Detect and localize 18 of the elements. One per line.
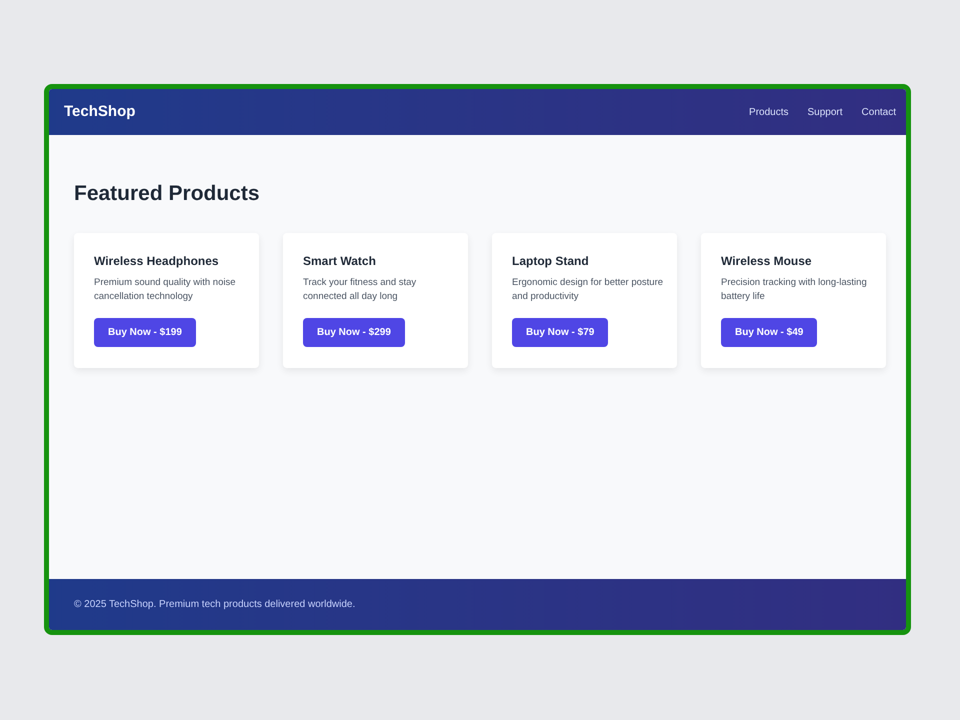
buy-now-button[interactable]: Buy Now - $49 [721,318,818,347]
section-heading: Featured Products [74,183,261,204]
product-name: Wireless Mouse [721,253,813,269]
product-description: Ergonomic design for better posture and productivity [512,276,664,304]
product-description: Premium sound quality with noise cancellation technology [94,276,237,304]
site-logo[interactable]: TechShop [64,100,136,124]
buy-now-button[interactable]: Buy Now - $299 [303,318,405,347]
product-name: Smart Watch [303,253,377,269]
buy-now-button[interactable]: Buy Now - $199 [94,318,196,347]
product-name: Wireless Headphones [94,253,220,269]
nav-link[interactable]: Contact [862,104,896,120]
copyright-text: © 2025 TechShop. Premium tech products delivered worldwide. [74,598,356,612]
nav-link[interactable]: Support [808,104,843,120]
product-name: Laptop Stand [512,253,590,269]
nav-link[interactable]: Products [749,104,788,120]
product-description: Precision tracking with long-lasting battery life [721,276,868,304]
product-description: Track your fitness and stay connected all day long [303,276,418,304]
buy-now-button[interactable]: Buy Now - $79 [512,318,608,347]
